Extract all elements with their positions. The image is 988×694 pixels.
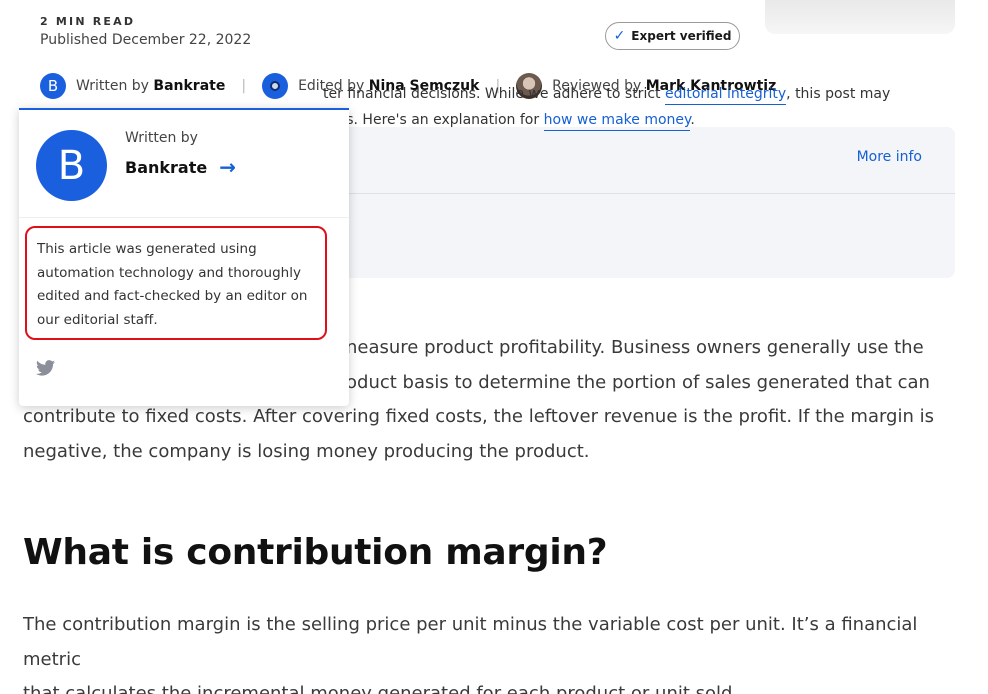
disclosure-text-tail: . [690, 112, 695, 128]
definition-line-1: The contribution margin is the selling p… [23, 614, 918, 670]
read-time: 2 MIN READ [40, 15, 136, 28]
editorial-integrity-link[interactable]: editorial integrity [664, 86, 787, 105]
popover-avatar: B [36, 130, 107, 201]
popover-author-link[interactable]: Bankrate → [125, 155, 236, 179]
disclosure-line-2: ners. Here's an explanation for how we m… [323, 112, 695, 131]
disclosure-text-tail: , this post may [786, 86, 891, 102]
disclosure-text: ners. Here's an explanation for [323, 112, 540, 128]
twitter-icon[interactable] [36, 360, 55, 376]
editor-avatar[interactable] [262, 73, 289, 99]
more-info-link[interactable]: More info [857, 149, 922, 165]
how-we-make-money-link[interactable]: how we make money [543, 112, 691, 131]
expert-verified-label: Expert verified [631, 29, 732, 43]
disclosure-text: ter financial decisions. While we adhere… [323, 86, 661, 102]
automation-disclosure-note: This article was generated using automat… [25, 226, 327, 340]
author-avatar[interactable]: B [40, 73, 66, 99]
checkmark-icon: ✓ [613, 28, 626, 44]
arrow-right-icon[interactable]: → [219, 155, 236, 179]
hero-image [765, 0, 955, 34]
section-heading: What is contribution margin? [23, 532, 608, 573]
popover-divider [19, 217, 349, 218]
author-link[interactable]: Bankrate [153, 78, 225, 94]
written-by-prefix: Written by [76, 78, 149, 94]
disclosure-line-1: ter financial decisions. While we adhere… [323, 86, 891, 105]
published-date: Published December 22, 2022 [40, 32, 252, 48]
definition-line-2: that calculates the incremental money ge… [23, 683, 739, 694]
byline-separator: | [241, 78, 247, 94]
popover-author-name[interactable]: Bankrate [125, 158, 207, 177]
author-popover: B Written by Bankrate → This article was… [19, 108, 349, 406]
intro-line-4: negative, the company is losing money pr… [23, 440, 590, 462]
expert-verified-badge[interactable]: ✓ Expert verified [605, 22, 740, 50]
popover-written-by: Written by [125, 130, 198, 146]
definition-paragraph: The contribution margin is the selling p… [23, 608, 953, 694]
